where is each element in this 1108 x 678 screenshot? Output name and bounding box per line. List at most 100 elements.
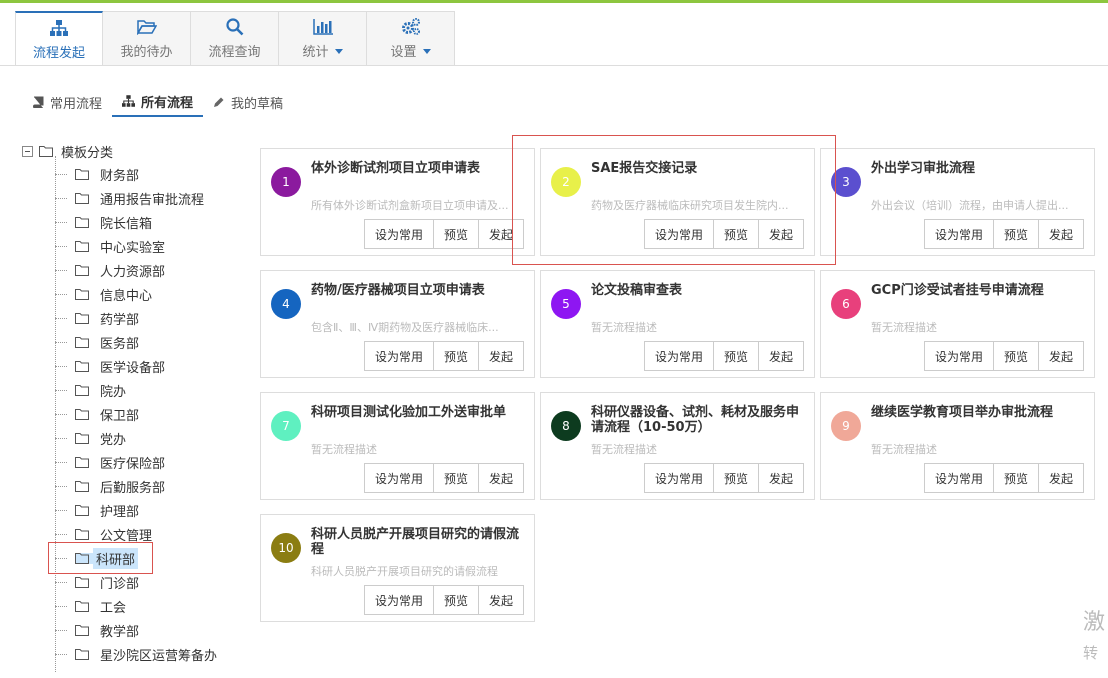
start-button[interactable]: 发起 <box>1037 219 1084 249</box>
tree-item-label: 教学部 <box>100 624 140 640</box>
subtab-all-processes[interactable]: 所有流程 <box>112 87 204 117</box>
set-favorite-button[interactable]: 设为常用 <box>643 341 714 371</box>
top-accent-line <box>0 0 1108 3</box>
tab-process-query[interactable]: 流程查询 <box>191 11 279 66</box>
sitemap-icon <box>50 18 68 38</box>
tab-settings[interactable]: 设置 <box>367 11 455 66</box>
folder-icon <box>75 336 89 348</box>
tab-my-todo[interactable]: 我的待办 <box>103 11 191 66</box>
tree-item[interactable]: 院办 <box>55 378 242 402</box>
preview-button[interactable]: 预览 <box>992 219 1039 249</box>
start-button[interactable]: 发起 <box>1037 463 1084 493</box>
collapse-toggle-icon[interactable] <box>22 145 33 157</box>
folder-icon <box>75 360 89 372</box>
tree-item-label: 保卫部 <box>100 408 140 424</box>
tree-children: 财务部通用报告审批流程院长信箱 中心实验室人力资源部信息中心 药学部医务部医学设备部… <box>55 156 242 672</box>
preview-button[interactable]: 预览 <box>432 341 479 371</box>
set-favorite-button[interactable]: 设为常用 <box>363 463 434 493</box>
tree-item[interactable]: 中心实验室 <box>55 234 242 258</box>
process-title[interactable]: 药物/医疗器械项目立项申请表 <box>311 283 526 298</box>
tree-item[interactable]: 信息中心 <box>55 282 242 306</box>
tree-item[interactable]: 教学部 <box>55 618 242 642</box>
process-title[interactable]: 体外诊断试剂项目立项申请表 <box>311 161 526 176</box>
tree-item-label: 工会 <box>100 600 127 616</box>
process-card: 1 体外诊断试剂项目立项申请表 所有体外诊断试剂盒新项目立项申请及... 设为常用 预览… <box>260 148 535 256</box>
gears-icon <box>401 17 421 37</box>
process-card: 8 科研仪器设备、试剂、耗材及服务申请流程（10-50万） 暂无流程描述 设为常用 预览… <box>540 392 815 500</box>
preview-button[interactable]: 预览 <box>992 341 1039 371</box>
start-button[interactable]: 发起 <box>477 585 524 615</box>
set-favorite-button[interactable]: 设为常用 <box>363 341 434 371</box>
process-number-badge: 4 <box>271 289 301 319</box>
tree-item[interactable]: 医疗保险部 <box>55 450 242 474</box>
process-title[interactable]: 科研项目测试化验加工外送审批单 <box>311 405 526 420</box>
start-button[interactable]: 发起 <box>757 341 804 371</box>
process-number-badge: 9 <box>831 411 861 441</box>
preview-button[interactable]: 预览 <box>712 463 759 493</box>
tree-item[interactable]: 医学设备部 <box>55 354 242 378</box>
card-actions: 设为常用 预览 发起 <box>643 463 804 493</box>
tree-item-label: 人力资源部 <box>100 264 166 280</box>
set-favorite-button[interactable]: 设为常用 <box>643 463 714 493</box>
tree-item[interactable]: 医务部 <box>55 330 242 354</box>
subtab-my-drafts[interactable]: 我的草稿 <box>203 87 293 117</box>
caret-down-icon <box>334 49 343 54</box>
tree-item-label: 通用报告审批流程 <box>100 192 205 208</box>
tab-start-process[interactable]: 流程发起 <box>15 11 103 66</box>
folder-icon <box>75 408 89 420</box>
tab-label: 我的待办 <box>120 45 173 60</box>
tree-item[interactable]: 药学部 <box>55 306 242 330</box>
tree-item-label: 门诊部 <box>100 576 140 592</box>
process-title[interactable]: 科研人员脱产开展项目研究的请假流程 <box>311 527 526 557</box>
tree-item[interactable]: 院长信箱 <box>55 210 242 234</box>
folder-icon <box>75 624 89 636</box>
preview-button[interactable]: 预览 <box>432 463 479 493</box>
preview-button[interactable]: 预览 <box>712 341 759 371</box>
process-title[interactable]: 继续医学教育项目举办审批流程 <box>871 405 1086 420</box>
subtab-common-processes[interactable]: 常用流程 <box>22 87 112 117</box>
highlight-box <box>48 542 153 574</box>
caret-down-icon <box>422 49 431 54</box>
set-favorite-button[interactable]: 设为常用 <box>923 341 994 371</box>
tree-item[interactable]: 工会 <box>55 594 242 618</box>
tree-item[interactable]: 后勤服务部 <box>55 474 242 498</box>
bar-chart-icon <box>312 17 333 37</box>
folder-icon <box>75 456 89 468</box>
tree-item[interactable]: 党办 <box>55 426 242 450</box>
card-actions: 设为常用 预览 发起 <box>363 219 524 249</box>
set-favorite-button[interactable]: 设为常用 <box>923 219 994 249</box>
preview-button[interactable]: 预览 <box>432 585 479 615</box>
start-button[interactable]: 发起 <box>1037 341 1084 371</box>
tab-statistics[interactable]: 统计 <box>279 11 367 66</box>
folder-icon <box>75 648 89 660</box>
set-favorite-button[interactable]: 设为常用 <box>923 463 994 493</box>
process-title[interactable]: 论文投稿审查表 <box>591 283 806 298</box>
tree-item[interactable]: 保卫部 <box>55 402 242 426</box>
set-favorite-button[interactable]: 设为常用 <box>363 585 434 615</box>
process-title[interactable]: 外出学习审批流程 <box>871 161 1086 176</box>
subtab-label: 常用流程 <box>50 96 103 112</box>
process-title[interactable]: 科研仪器设备、试剂、耗材及服务申请流程（10-50万） <box>591 405 806 435</box>
tree-item[interactable]: 人力资源部 <box>55 258 242 282</box>
process-description: 科研人员脱产开展项目研究的请假流程 <box>311 565 498 578</box>
process-description: 暂无流程描述 <box>871 443 937 456</box>
tree-item[interactable]: 护理部 <box>55 498 242 522</box>
tree-item-label: 医务部 <box>100 336 140 352</box>
tab-label: 流程查询 <box>208 45 261 60</box>
card-actions: 设为常用 预览 发起 <box>643 341 804 371</box>
preview-button[interactable]: 预览 <box>992 463 1039 493</box>
start-button[interactable]: 发起 <box>477 463 524 493</box>
tree-item[interactable]: 星沙院区运营筹备办 <box>55 642 242 666</box>
process-title[interactable]: GCP门诊受试者挂号申请流程 <box>871 283 1086 298</box>
tab-label: 统计 <box>302 45 329 60</box>
set-favorite-button[interactable]: 设为常用 <box>363 219 434 249</box>
start-button[interactable]: 发起 <box>477 341 524 371</box>
preview-button[interactable]: 预览 <box>432 219 479 249</box>
folder-icon <box>75 384 89 396</box>
tree-item-label: 党办 <box>100 432 127 448</box>
folder-icon <box>75 432 89 444</box>
process-description: 暂无流程描述 <box>871 321 937 334</box>
start-button[interactable]: 发起 <box>757 463 804 493</box>
tree-item[interactable]: 财务部 <box>55 162 242 186</box>
tree-item[interactable]: 通用报告审批流程 <box>55 186 242 210</box>
